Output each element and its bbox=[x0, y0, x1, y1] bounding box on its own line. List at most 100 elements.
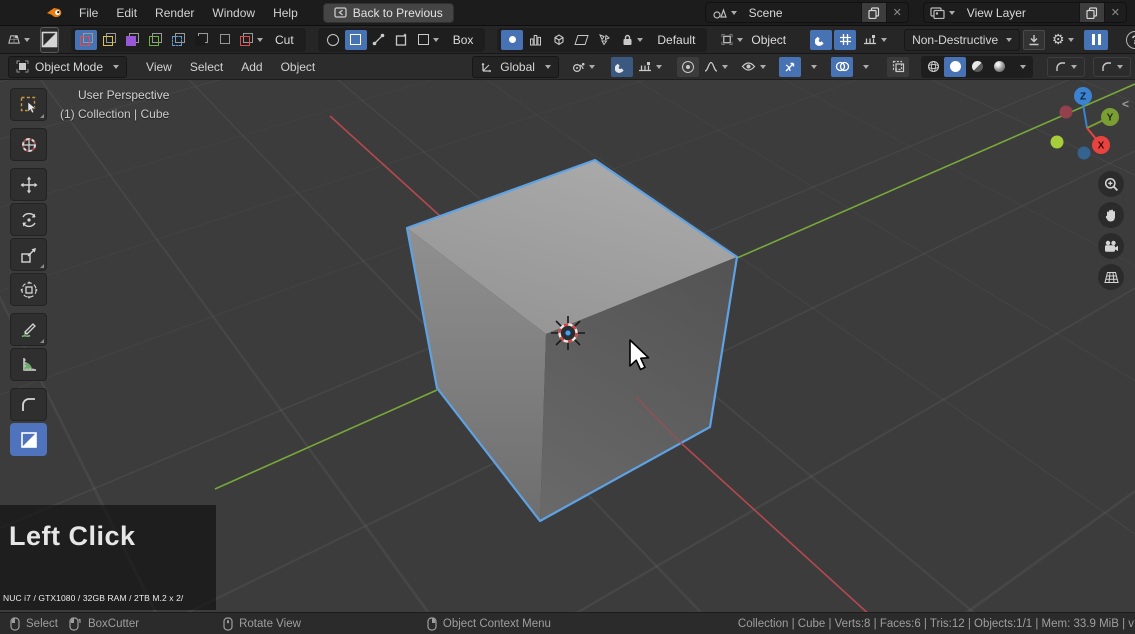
scene-new-copy-button[interactable] bbox=[861, 3, 886, 22]
zoom-button[interactable] bbox=[1098, 171, 1124, 197]
gear-dropdown-button[interactable]: ⚙ bbox=[1045, 30, 1081, 50]
gizmo-axis-x[interactable]: X bbox=[1092, 136, 1110, 154]
tool-annotate-button[interactable] bbox=[10, 313, 47, 346]
gizmo-axis-neg-x[interactable] bbox=[1060, 106, 1073, 119]
perspective-ortho-button[interactable] bbox=[1098, 264, 1124, 290]
tool-measure-button[interactable] bbox=[10, 348, 47, 381]
blender-logo-icon[interactable] bbox=[46, 6, 64, 20]
apply-download-button[interactable] bbox=[1023, 30, 1045, 50]
vp-snap-toggle[interactable] bbox=[611, 57, 633, 77]
grid-snap-button[interactable] bbox=[834, 30, 856, 50]
shape-polyline-button[interactable] bbox=[368, 30, 390, 50]
addon-corner-dropdown-2[interactable] bbox=[1093, 57, 1131, 77]
view-layer-new-copy-button[interactable] bbox=[1079, 3, 1104, 22]
vp-snap-settings-dropdown[interactable] bbox=[633, 57, 667, 77]
view-layer-remove-button[interactable]: ✕ bbox=[1104, 3, 1126, 22]
gizmo-dropdown[interactable] bbox=[801, 57, 823, 77]
tool-transform-button[interactable] bbox=[10, 273, 47, 306]
mode-dot-button[interactable] bbox=[501, 30, 523, 50]
tool-select-box-button[interactable] bbox=[10, 88, 47, 121]
visibility-dropdown[interactable] bbox=[735, 57, 771, 77]
chevron-down-icon bbox=[24, 38, 30, 42]
pan-button[interactable] bbox=[1098, 202, 1124, 228]
show-overlays-toggle[interactable] bbox=[831, 57, 853, 77]
operation-mode-dropdown[interactable]: Non-Destructive bbox=[904, 29, 1020, 51]
transform-orientation-dropdown[interactable]: Global bbox=[472, 56, 559, 78]
mode-selector-dropdown[interactable]: Object Mode bbox=[8, 56, 127, 78]
addon-corner-dropdown-1[interactable] bbox=[1047, 57, 1085, 77]
back-to-previous-button[interactable]: Back to Previous bbox=[323, 3, 454, 23]
vp-menu-object[interactable]: Object bbox=[272, 60, 325, 74]
tool-boxcutter-button[interactable] bbox=[10, 423, 47, 456]
tool-corner-button[interactable] bbox=[10, 388, 47, 421]
gizmo-axis-z[interactable]: Z bbox=[1074, 87, 1092, 105]
proportional-edit-toggle[interactable] bbox=[677, 57, 699, 77]
bool-extract-button[interactable] bbox=[190, 30, 212, 50]
mode-sort-button[interactable] bbox=[524, 30, 546, 50]
help-button[interactable]: ? bbox=[1126, 31, 1135, 49]
scene-unlink-button[interactable]: ✕ bbox=[886, 3, 908, 22]
active-tool-boxcutter-button[interactable] bbox=[40, 27, 59, 53]
tool-cursor-button[interactable] bbox=[10, 128, 47, 161]
transform-icon bbox=[20, 281, 38, 299]
editor-type-button[interactable] bbox=[8, 30, 30, 50]
bool-slice-button[interactable] bbox=[98, 30, 120, 50]
menu-edit[interactable]: Edit bbox=[107, 6, 146, 20]
tool-move-button[interactable] bbox=[10, 168, 47, 201]
shape-custom-dropdown[interactable] bbox=[414, 30, 444, 50]
menu-file[interactable]: File bbox=[70, 6, 107, 20]
target-selector-button[interactable] bbox=[721, 30, 743, 50]
tool-scale-button[interactable] bbox=[10, 238, 47, 271]
viewport-canvas[interactable]: User Perspective (1) Collection | Cube Z… bbox=[0, 80, 1135, 612]
navigation-gizmo[interactable]: Z Y X < bbox=[1040, 85, 1135, 175]
shading-material-button[interactable] bbox=[966, 57, 988, 77]
bool-mode-dropdown[interactable] bbox=[236, 30, 266, 50]
snap-toggle-button[interactable] bbox=[810, 30, 832, 50]
sidebar-collapse-chevron[interactable]: < bbox=[1122, 97, 1129, 111]
menu-help[interactable]: Help bbox=[264, 6, 307, 20]
gizmo-axis-neg-z[interactable] bbox=[1078, 147, 1091, 160]
gizmo-axis-y[interactable]: Y bbox=[1101, 108, 1119, 126]
shape-circle-button[interactable] bbox=[322, 30, 344, 50]
mode-slice-button[interactable] bbox=[570, 30, 592, 50]
bool-cut-button[interactable] bbox=[75, 30, 97, 50]
mouse-middle-icon bbox=[223, 617, 233, 631]
menu-render[interactable]: Render bbox=[146, 6, 203, 20]
mode-shatter-button[interactable] bbox=[593, 30, 615, 50]
shape-ngon-button[interactable] bbox=[391, 30, 413, 50]
overlays-dropdown[interactable] bbox=[853, 57, 875, 77]
vp-menu-select[interactable]: Select bbox=[181, 60, 232, 74]
tool-rotate-button[interactable] bbox=[10, 203, 47, 236]
menu-window[interactable]: Window bbox=[203, 6, 264, 20]
scene-browse-button[interactable] bbox=[706, 3, 743, 22]
show-gizmo-toggle[interactable] bbox=[779, 57, 801, 77]
mode-cube-button[interactable] bbox=[547, 30, 569, 50]
shading-rendered-button[interactable] bbox=[988, 57, 1010, 77]
shading-wireframe-button[interactable] bbox=[922, 57, 944, 77]
corner-bevel-icon bbox=[1055, 61, 1067, 73]
magnet-icon bbox=[615, 60, 628, 73]
xray-toggle[interactable] bbox=[887, 57, 909, 77]
vp-menu-add[interactable]: Add bbox=[232, 60, 271, 74]
gizmo-axis-neg-y[interactable] bbox=[1051, 136, 1064, 149]
bool-box-button[interactable] bbox=[213, 30, 235, 50]
shape-box-button[interactable] bbox=[345, 30, 367, 50]
ngon-icon bbox=[395, 33, 408, 46]
pause-button[interactable] bbox=[1084, 30, 1108, 50]
scene-name-field[interactable]: Scene bbox=[743, 3, 861, 22]
vp-menu-view[interactable]: View bbox=[137, 60, 181, 74]
bool-knife-button[interactable] bbox=[167, 30, 189, 50]
bool-join-button[interactable] bbox=[144, 30, 166, 50]
shading-solid-button[interactable] bbox=[944, 57, 966, 77]
camera-view-button[interactable] bbox=[1098, 233, 1124, 259]
cut-icon bbox=[80, 33, 93, 46]
mode-lock-dropdown[interactable] bbox=[616, 30, 648, 50]
view-layer-name-field[interactable]: View Layer bbox=[961, 3, 1079, 22]
bool-inset-button[interactable] bbox=[121, 30, 143, 50]
shading-dropdown[interactable] bbox=[1010, 57, 1032, 77]
falloff-dropdown[interactable] bbox=[699, 57, 733, 77]
view-layer-browse-button[interactable] bbox=[924, 3, 961, 22]
chevron-down-icon bbox=[113, 65, 119, 69]
absolute-grid-snap-dropdown[interactable] bbox=[858, 30, 892, 50]
pivot-point-dropdown[interactable] bbox=[567, 57, 601, 77]
